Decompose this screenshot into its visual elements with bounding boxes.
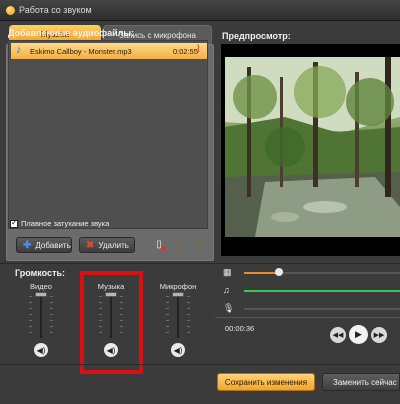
preview-frame-image bbox=[225, 57, 400, 237]
fade-checkbox[interactable] bbox=[10, 218, 18, 228]
divider bbox=[0, 364, 400, 365]
scale-ticks bbox=[29, 296, 32, 338]
fast-forward-icon[interactable]: ▶▶ bbox=[371, 326, 387, 343]
play-icon[interactable]: ▶ bbox=[349, 325, 368, 344]
plus-icon: ✚ bbox=[23, 239, 32, 251]
add-button[interactable]: ✚ Добавить bbox=[16, 237, 72, 253]
remove-button[interactable]: ✖ Удалить bbox=[79, 237, 135, 253]
music-note-icon: ♫ bbox=[223, 285, 230, 295]
music-track-row: ♫ bbox=[215, 284, 400, 298]
video-volume-channel: Видео ◀) bbox=[16, 282, 66, 362]
fade-label: Плавное затухание звука bbox=[21, 219, 110, 228]
divider bbox=[215, 317, 400, 318]
video-track-progress bbox=[244, 272, 279, 274]
video-preview bbox=[221, 44, 400, 256]
remove-button-label: Удалить bbox=[98, 240, 129, 250]
app-icon bbox=[6, 6, 15, 15]
rewind-icon[interactable]: ◀◀ bbox=[330, 326, 346, 343]
audio-file-list[interactable]: ♪ Eskimo Callboy - Monster.mp3 0:02:55 ⌇ bbox=[8, 40, 208, 229]
window-title: Работа со звуком bbox=[19, 5, 92, 15]
microphone-track-row: 🎙 bbox=[215, 302, 400, 316]
file-duration: 0:02:55 bbox=[173, 47, 199, 56]
music-note-icon: ♪ bbox=[16, 44, 22, 56]
save-changes-button[interactable]: Сохранить изменения bbox=[217, 373, 315, 391]
timecode: 00:00:36 bbox=[225, 324, 255, 333]
scale-ticks bbox=[50, 296, 53, 338]
title-bar: Работа со звуком bbox=[0, 0, 400, 21]
video-volume-slider[interactable] bbox=[35, 292, 47, 297]
microphone-volume-slider[interactable] bbox=[172, 292, 184, 297]
speaker-icon[interactable]: ◀) bbox=[171, 343, 185, 357]
speaker-icon[interactable]: ◀) bbox=[34, 343, 48, 357]
scale-ticks bbox=[187, 296, 190, 338]
volume-title: Громкость: bbox=[15, 268, 66, 278]
file-name: Eskimo Callboy - Monster.mp3 bbox=[30, 47, 132, 56]
replace-now-button[interactable]: Заменить сейчас bbox=[322, 373, 400, 391]
film-icon: ▦ bbox=[223, 267, 232, 277]
fade-option[interactable]: Плавное затухание звука bbox=[10, 218, 110, 228]
delete-icon: ✖ bbox=[86, 239, 95, 251]
audio-files-title: Добавленные аудиофайлы: bbox=[8, 28, 135, 38]
move-up-icon[interactable]: ▲ bbox=[172, 237, 186, 251]
microphone-track[interactable] bbox=[244, 308, 400, 310]
move-down-icon[interactable]: ▼ bbox=[193, 237, 207, 251]
preview-label: Предпросмотр: bbox=[222, 31, 291, 41]
scale-ticks bbox=[166, 296, 169, 338]
volume-slider-track bbox=[40, 294, 42, 338]
playback-controls: ◀◀ ▶ ▶▶ bbox=[330, 325, 387, 344]
video-track-row: ▦ bbox=[215, 266, 400, 280]
music-channel-highlight bbox=[80, 271, 143, 374]
microphone-icon: 🎙 bbox=[223, 303, 235, 313]
add-button-label: Добавить bbox=[35, 240, 71, 250]
channel-label-microphone: Микрофон bbox=[159, 282, 197, 291]
timeline-scrubber[interactable] bbox=[275, 268, 283, 276]
music-track[interactable] bbox=[244, 290, 400, 292]
edit-track-icon[interactable]: ⌇ bbox=[196, 44, 201, 55]
microphone-volume-channel: Микрофон ◀) bbox=[153, 282, 203, 362]
timeline-controls: ▦ ♫ 🎙 00:00:36 ◀◀ ▶ ▶▶ bbox=[215, 264, 400, 360]
remove-file-icon[interactable]: ▯ bbox=[152, 237, 166, 251]
channel-label-video: Видео bbox=[30, 282, 52, 291]
volume-slider-track bbox=[177, 294, 179, 338]
list-item[interactable]: ♪ Eskimo Callboy - Monster.mp3 0:02:55 ⌇ bbox=[11, 43, 207, 59]
